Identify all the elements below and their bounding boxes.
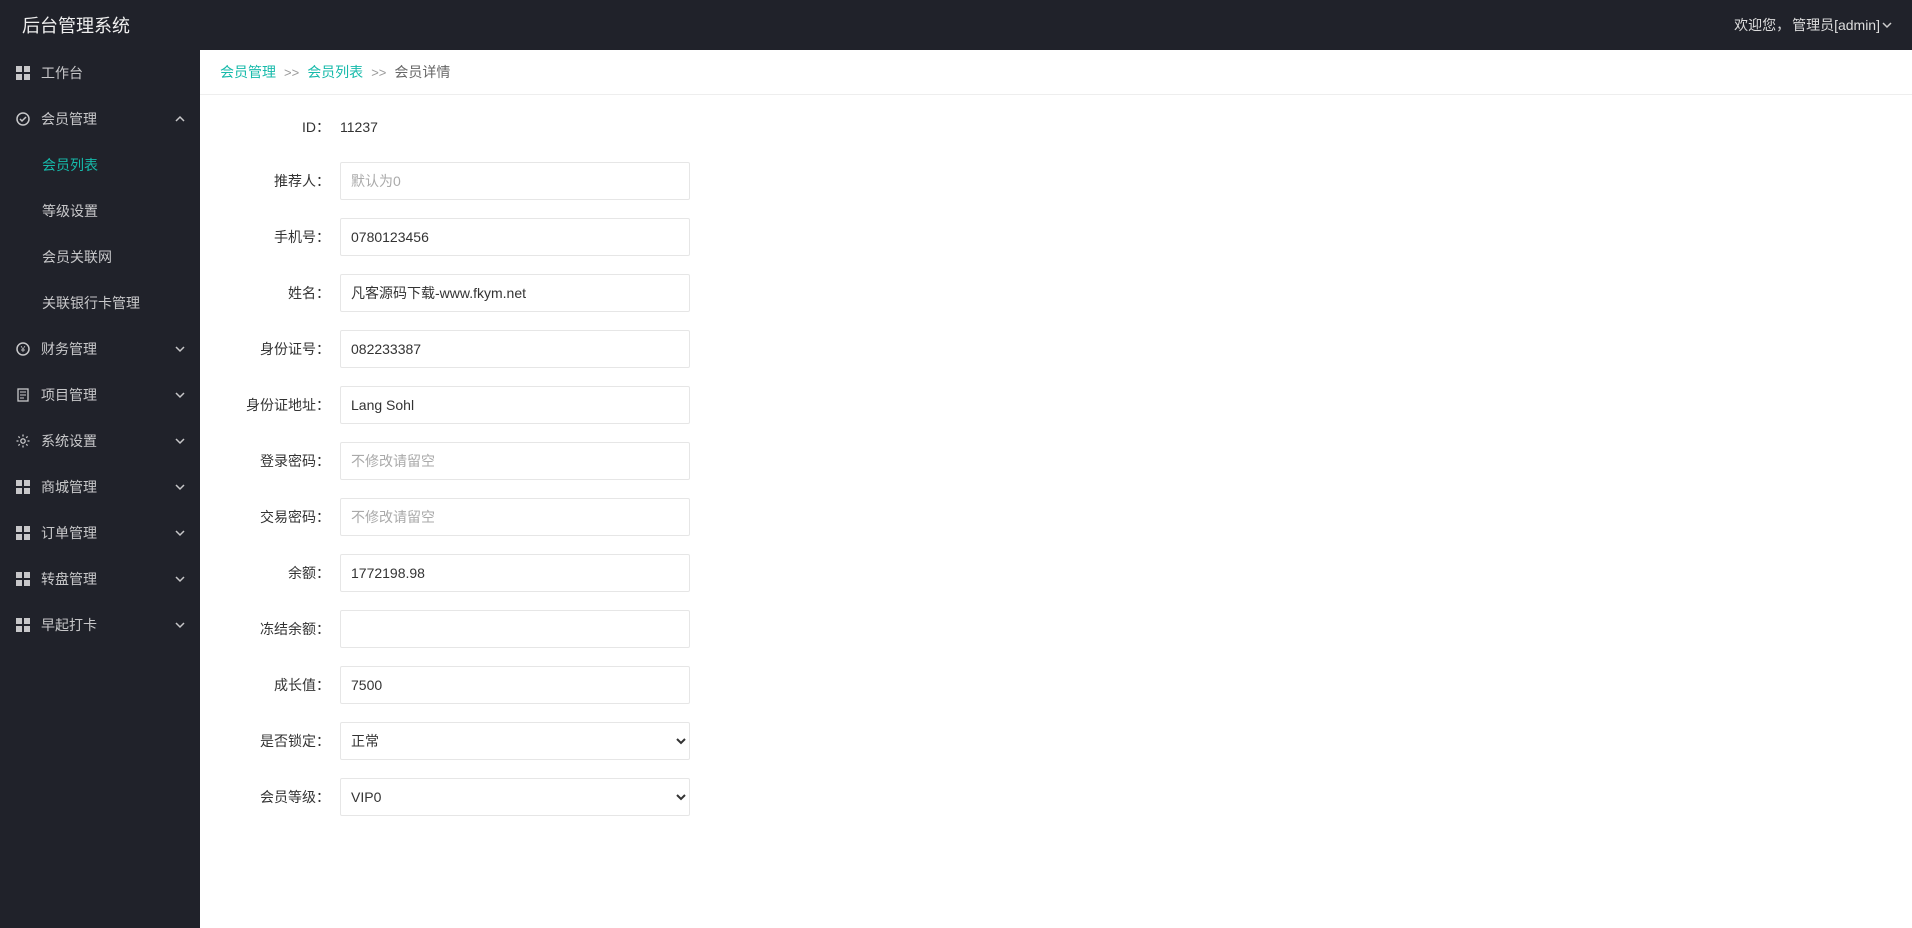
user-menu[interactable]: 欢迎您， 管理员[admin] — [1734, 15, 1892, 35]
grid-icon — [15, 572, 31, 586]
sidebar-item-order[interactable]: 订单管理 — [0, 510, 200, 556]
chevron-down-icon — [175, 390, 185, 400]
sidebar-item-checkin[interactable]: 早起打卡 — [0, 602, 200, 648]
user-label: 管理员[admin] — [1792, 15, 1880, 35]
app-title: 后台管理系统 — [22, 12, 130, 38]
breadcrumb-separator: >> — [371, 65, 386, 80]
growth-label: 成长值： — [220, 675, 340, 695]
idcard-input[interactable] — [340, 330, 690, 368]
sidebar-item-label: 会员管理 — [41, 109, 97, 129]
sidebar-item-finance[interactable]: ¥ 财务管理 — [0, 326, 200, 372]
sidebar-item-label: 等级设置 — [42, 201, 98, 221]
idaddr-input[interactable] — [340, 386, 690, 424]
circle-icon — [15, 112, 31, 126]
sidebar-item-member[interactable]: 会员管理 — [0, 96, 200, 142]
idaddr-label: 身份证地址： — [220, 395, 340, 415]
referrer-input[interactable] — [340, 162, 690, 200]
gear-icon — [15, 434, 31, 448]
growth-input[interactable] — [340, 666, 690, 704]
sidebar-submenu-member: 会员列表 等级设置 会员关联网 关联银行卡管理 — [0, 142, 200, 326]
name-label: 姓名： — [220, 283, 340, 303]
sidebar-item-system[interactable]: 系统设置 — [0, 418, 200, 464]
lock-label: 是否锁定： — [220, 731, 340, 751]
phone-input[interactable] — [340, 218, 690, 256]
member-detail-form: ID： 11237 推荐人： 手机号： 姓名： — [200, 95, 1912, 874]
breadcrumb: 会员管理 >> 会员列表 >> 会员详情 — [200, 50, 1912, 95]
level-select[interactable]: VIP0 — [340, 778, 690, 816]
chevron-down-icon — [175, 344, 185, 354]
name-input[interactable] — [340, 274, 690, 312]
circle-icon: ¥ — [15, 342, 31, 356]
sidebar-item-wheel[interactable]: 转盘管理 — [0, 556, 200, 602]
loginpwd-label: 登录密码： — [220, 451, 340, 471]
breadcrumb-item-member-mgmt[interactable]: 会员管理 — [220, 62, 276, 82]
welcome-text: 欢迎您， — [1734, 15, 1790, 35]
sidebar-item-dashboard[interactable]: 工作台 — [0, 50, 200, 96]
frozen-label: 冻结余额： — [220, 619, 340, 639]
lock-select[interactable]: 正常 — [340, 722, 690, 760]
balance-input[interactable] — [340, 554, 690, 592]
grid-icon — [15, 618, 31, 632]
sidebar-item-label: 转盘管理 — [41, 569, 97, 589]
sidebar-item-label: 商城管理 — [41, 477, 97, 497]
sidebar-item-label: 会员列表 — [42, 155, 98, 175]
sidebar-item-shop[interactable]: 商城管理 — [0, 464, 200, 510]
sidebar-item-bankcard-mgmt[interactable]: 关联银行卡管理 — [0, 280, 200, 326]
frozen-input[interactable] — [340, 610, 690, 648]
txnpwd-label: 交易密码： — [220, 507, 340, 527]
referrer-label: 推荐人： — [220, 171, 340, 191]
grid-icon — [15, 526, 31, 540]
grid-icon — [15, 480, 31, 494]
grid-icon — [15, 66, 31, 80]
sidebar-item-member-list[interactable]: 会员列表 — [0, 142, 200, 188]
sidebar-item-member-network[interactable]: 会员关联网 — [0, 234, 200, 280]
breadcrumb-separator: >> — [284, 65, 299, 80]
sidebar-item-label: 订单管理 — [41, 523, 97, 543]
sidebar-item-label: 财务管理 — [41, 339, 97, 359]
breadcrumb-item-member-detail: 会员详情 — [394, 62, 450, 82]
topbar: 后台管理系统 欢迎您， 管理员[admin] — [0, 0, 1912, 50]
breadcrumb-item-member-list[interactable]: 会员列表 — [307, 62, 363, 82]
sidebar-item-label: 系统设置 — [41, 431, 97, 451]
sidebar-item-label: 早起打卡 — [41, 615, 97, 635]
txnpwd-input[interactable] — [340, 498, 690, 536]
chevron-down-icon — [175, 620, 185, 630]
id-value: 11237 — [340, 110, 378, 144]
idcard-label: 身份证号： — [220, 339, 340, 359]
sidebar: 工作台 会员管理 会员列表 等级设置 会员关联网 关联银行卡管理 — [0, 50, 200, 928]
sidebar-item-project[interactable]: 项目管理 — [0, 372, 200, 418]
level-label: 会员等级： — [220, 787, 340, 807]
sidebar-item-label: 会员关联网 — [42, 247, 112, 267]
chevron-down-icon — [175, 436, 185, 446]
chevron-up-icon — [175, 114, 185, 124]
chevron-down-icon — [175, 482, 185, 492]
sidebar-item-label: 项目管理 — [41, 385, 97, 405]
sidebar-item-label: 关联银行卡管理 — [42, 293, 140, 313]
balance-label: 余额： — [220, 563, 340, 583]
doc-icon — [15, 388, 31, 402]
chevron-down-icon — [1882, 17, 1892, 33]
loginpwd-input[interactable] — [340, 442, 690, 480]
sidebar-item-level-settings[interactable]: 等级设置 — [0, 188, 200, 234]
sidebar-item-label: 工作台 — [41, 63, 83, 83]
id-label: ID： — [220, 117, 340, 137]
chevron-down-icon — [175, 528, 185, 538]
svg-text:¥: ¥ — [20, 345, 26, 354]
chevron-down-icon — [175, 574, 185, 584]
phone-label: 手机号： — [220, 227, 340, 247]
main-content: 会员管理 >> 会员列表 >> 会员详情 ID： 11237 推荐人： 手机号： — [200, 50, 1912, 928]
